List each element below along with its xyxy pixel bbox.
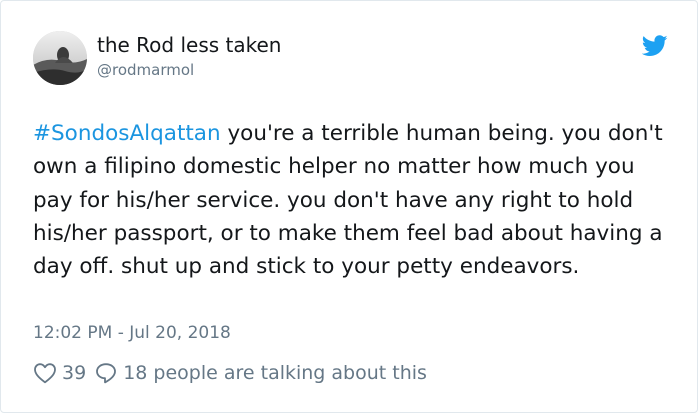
tweet-text: #SondosAlqattan you're a terrible human … <box>33 117 673 283</box>
avatar-image <box>33 31 87 85</box>
engagement-bar: 39 18 people are talking about this <box>33 359 427 387</box>
like-count: 39 <box>62 362 87 384</box>
heart-glyph <box>34 363 56 384</box>
heart-outline-icon[interactable] <box>33 362 57 384</box>
hashtag-link[interactable]: #SondosAlqattan <box>33 121 221 146</box>
timestamp[interactable]: 12:02 PM - Jul 20, 2018 <box>33 323 231 343</box>
speech-bubble-glyph <box>96 363 117 384</box>
author-handle[interactable]: @rodmarmol <box>97 61 194 79</box>
author-name[interactable]: the Rod less taken <box>97 33 281 57</box>
twitter-bird-glyph <box>641 35 668 56</box>
tweet-card: the Rod less taken @rodmarmol #SondosAlq… <box>0 0 698 413</box>
avatar[interactable] <box>33 31 87 85</box>
talking-about-text[interactable]: 18 people are talking about this <box>123 362 427 384</box>
speech-bubble-icon[interactable] <box>94 362 118 384</box>
twitter-bird-icon[interactable] <box>641 34 668 58</box>
